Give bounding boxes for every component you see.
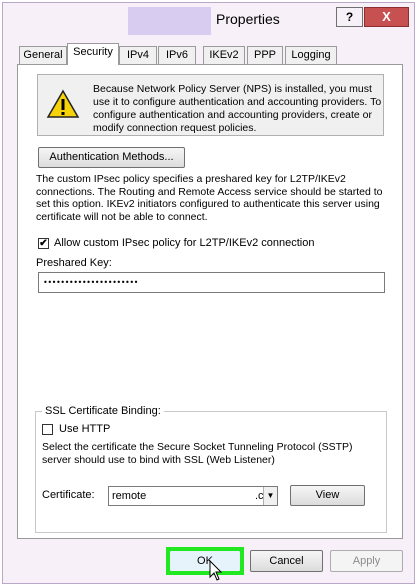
ssl-binding-legend: SSL Certificate Binding: [42, 405, 164, 417]
ipsec-description: The custom IPsec policy specifies a pres… [36, 173, 383, 223]
certificate-value: remote [112, 490, 147, 502]
certificate-label: Certificate: [42, 489, 95, 501]
nps-notice-text: Because Network Policy Server (NPS) is i… [93, 83, 382, 134]
allow-ipsec-label: Allow custom IPsec policy for L2TP/IKEv2… [54, 237, 315, 249]
tab-ipv4[interactable]: IPv4 [119, 46, 157, 65]
preshared-key-input[interactable]: •••••••••••••••••••••• [38, 272, 385, 293]
chevron-down-icon[interactable]: ▼ [263, 487, 277, 505]
tab-general[interactable]: General [19, 46, 67, 65]
tab-ppp[interactable]: PPP [247, 46, 283, 65]
warning-icon [46, 89, 80, 118]
preshared-key-label: Preshared Key: [36, 257, 112, 269]
tab-ipv6[interactable]: IPv6 [158, 46, 196, 65]
certificate-dropdown[interactable]: remote .c ▼ [108, 486, 278, 506]
use-http-label: Use HTTP [59, 423, 111, 435]
view-certificate-button[interactable]: View [290, 485, 365, 506]
tab-ikev2[interactable]: IKEv2 [203, 46, 245, 65]
close-button[interactable]: X [364, 7, 409, 27]
sstp-description: Select the certificate the Secure Socket… [42, 441, 353, 466]
tab-logging[interactable]: Logging [285, 46, 337, 65]
properties-window: Properties ? X General Security IPv4 IPv… [2, 2, 415, 584]
apply-button[interactable]: Apply [330, 550, 403, 572]
cancel-button[interactable]: Cancel [250, 550, 323, 572]
security-tab-panel: Because Network Policy Server (NPS) is i… [17, 64, 403, 539]
help-button[interactable]: ? [336, 7, 363, 27]
mouse-pointer-icon [209, 560, 223, 581]
ok-highlight-outline [166, 547, 244, 575]
ssl-certificate-binding-group: SSL Certificate Binding: Use HTTP Select… [35, 405, 387, 533]
tab-security[interactable]: Security [67, 43, 119, 65]
nps-notice: Because Network Policy Server (NPS) is i… [37, 74, 384, 136]
use-http-checkbox[interactable] [42, 424, 53, 435]
window-title: Properties [216, 11, 280, 27]
authentication-methods-button[interactable]: Authentication Methods... [38, 147, 185, 168]
redacted-title-block [128, 7, 211, 35]
allow-ipsec-checkbox[interactable]: ✔ [38, 238, 49, 249]
